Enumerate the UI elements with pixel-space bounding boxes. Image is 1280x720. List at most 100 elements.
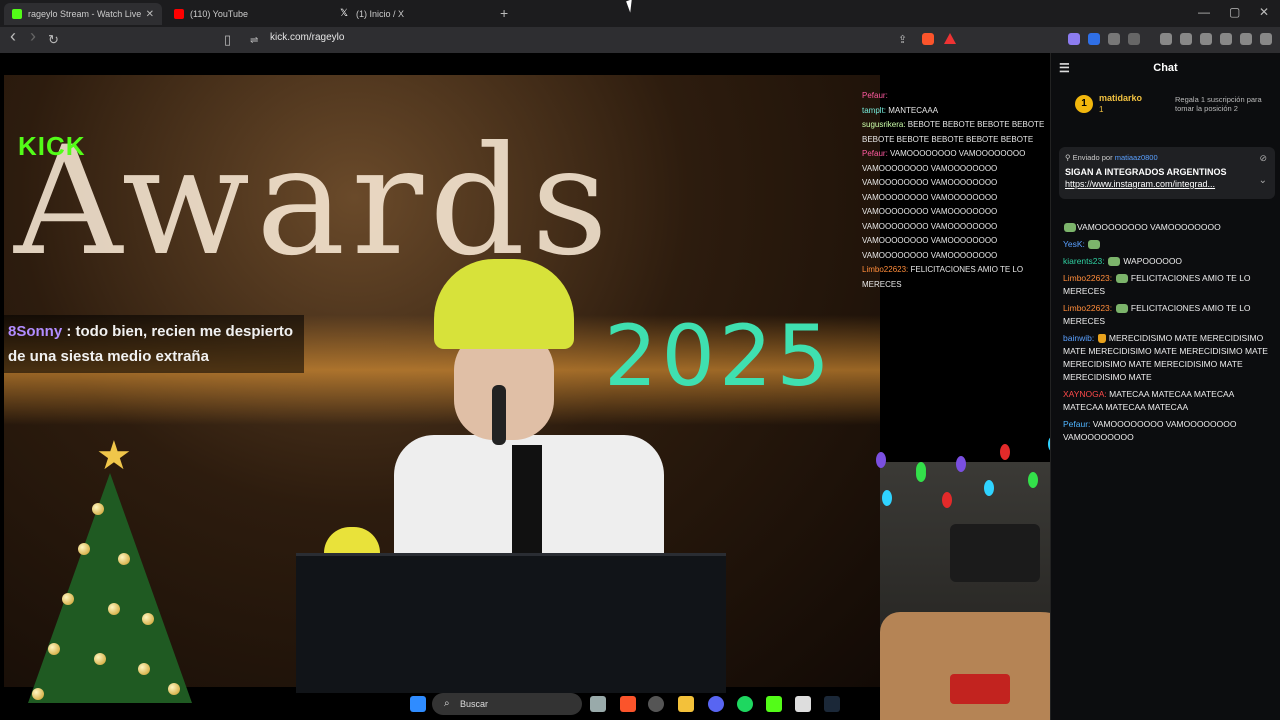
discord-icon[interactable]: [708, 696, 724, 712]
address-bar[interactable]: [246, 30, 966, 50]
bookmark-icon[interactable]: ▯: [224, 32, 231, 48]
forward-button[interactable]: ›: [30, 27, 36, 45]
unpin-icon[interactable]: ⊘: [1259, 153, 1267, 164]
chat-username[interactable]: kiarents23:: [1063, 256, 1105, 266]
overlay-chat-user: Limbo22623:: [862, 265, 909, 274]
extensions-puzzle-icon[interactable]: [1108, 33, 1120, 45]
overlay-chat-line: sugusrikera: BEBOTE BEBOTE BEBOTE BEBOTE…: [862, 118, 1047, 147]
chat-message: Limbo22623: FELICITACIONES AMIO TE LO ME…: [1063, 272, 1273, 298]
steam-icon[interactable]: [824, 696, 840, 712]
pinned-sender: matiaaz0800: [1114, 153, 1158, 162]
overlay-chat-user: Pefaur:: [862, 91, 888, 100]
pinned-by-label: Enviado por: [1072, 153, 1113, 162]
chat-username[interactable]: YesK:: [1063, 239, 1085, 249]
maximize-button[interactable]: ▢: [1229, 5, 1240, 19]
ornament: [142, 613, 154, 625]
chat-username[interactable]: bainwib:: [1063, 333, 1094, 343]
search-placeholder: Buscar: [460, 699, 489, 709]
pinned-message[interactable]: ⚲ Enviado por matiaaz0800 SIGAN A INTEGR…: [1059, 147, 1275, 199]
leo-ai-icon[interactable]: [1220, 33, 1232, 45]
chat-message-text: VAMOOOOOOOO VAMOOOOOOOO VAMOOOOOOOO: [1063, 419, 1237, 442]
windows-start-icon[interactable]: [410, 696, 426, 712]
file-explorer-icon[interactable]: [678, 696, 694, 712]
chat-message: kiarents23: WAPOOOOOO: [1063, 255, 1273, 268]
chat-username[interactable]: Limbo22623:: [1063, 303, 1112, 313]
overlay-chat-line: Limbo22623: FELICITACIONES AMIO TE LO ME…: [862, 263, 1047, 292]
close-tab-icon[interactable]: ✕: [146, 9, 154, 20]
menu-icon[interactable]: [1260, 33, 1272, 45]
tree-body: [28, 473, 192, 703]
vpn-icon[interactable]: [1088, 33, 1100, 45]
chat-message-text: WAPOOOOOO: [1120, 256, 1183, 266]
task-view-icon[interactable]: [590, 696, 606, 712]
christmas-tree-overlay: ★: [18, 433, 198, 720]
store-icon[interactable]: [795, 696, 811, 712]
obs-icon[interactable]: [648, 696, 664, 712]
christmas-light: [876, 452, 886, 468]
webcam-speaker: [950, 524, 1040, 582]
leader-username: matidarko: [1099, 93, 1143, 103]
brave-shields-icon[interactable]: [922, 33, 934, 45]
share-icon[interactable]: ⇪: [898, 32, 907, 48]
emote-icon: [1107, 257, 1120, 267]
tab-kick[interactable]: rageylo Stream - Watch Live o ✕: [4, 3, 162, 25]
emote-icon: [1115, 274, 1128, 284]
ornament: [48, 643, 60, 655]
wallet-icon[interactable]: [1200, 33, 1212, 45]
windows-taskbar: ⌕ Buscar: [400, 690, 880, 720]
collapse-chat-icon[interactable]: ☰: [1059, 61, 1070, 75]
performer-figure: [394, 245, 674, 605]
chat-username[interactable]: XAYNOGA:: [1063, 389, 1107, 399]
chat-message: VAMOOOOOOOO VAMOOOOOOOO: [1063, 221, 1273, 234]
christmas-light: [984, 480, 994, 496]
tab-label: (1) Inicio / X: [356, 9, 405, 19]
site-info-icon[interactable]: ⇌: [250, 33, 258, 49]
overlay-chat-text: MANTECAAA: [886, 105, 939, 115]
kick-icon[interactable]: [766, 696, 782, 712]
extension-icon[interactable]: [1068, 33, 1080, 45]
chat-messages: VAMOOOOOOOO VAMOOOOOOOO YesK: kiarents23…: [1063, 221, 1273, 448]
microphone-icon: [492, 385, 506, 445]
overlay-chat-user: sugusrikera:: [862, 120, 906, 129]
sub-alert-caption: 8Sonny : todo bien, recien me despierto …: [0, 315, 304, 373]
youtube-favicon-icon: [174, 9, 184, 19]
chat-username[interactable]: Limbo22623:: [1063, 273, 1112, 283]
ornament: [118, 553, 130, 565]
minimize-button[interactable]: —: [1198, 5, 1210, 19]
kick-favicon-icon: [12, 9, 22, 19]
brave-icon[interactable]: [620, 696, 636, 712]
close-window-button[interactable]: ✕: [1259, 5, 1269, 19]
christmas-light: [942, 492, 952, 508]
chat-username[interactable]: Pefaur:: [1063, 419, 1090, 429]
overlay-chat-line: Pefaur:: [862, 89, 1047, 104]
tab-label: rageylo Stream - Watch Live o: [28, 9, 144, 19]
taskbar-search[interactable]: [432, 693, 582, 715]
chat-message-text: MERECIDISIMO MATE MERECIDISIMO MATE MERE…: [1063, 333, 1268, 382]
christmas-light: [1028, 472, 1038, 488]
brave-rewards-icon[interactable]: [944, 33, 956, 44]
music-icon[interactable]: [1160, 33, 1172, 45]
ornament: [168, 683, 180, 695]
ornament: [78, 543, 90, 555]
gift-leaderboard[interactable]: 1 matidarko 1 Regala 1 suscripción para …: [1075, 91, 1275, 129]
webcam-keyboard: [950, 674, 1010, 704]
overlay-chat-line: tamplt: MANTECAAA: [862, 104, 1047, 119]
chat-message: XAYNOGA: MATECAA MATECAA MATECAA MATECAA…: [1063, 388, 1273, 414]
chat-message: Pefaur: VAMOOOOOOOO VAMOOOOOOOO VAMOOOOO…: [1063, 418, 1273, 444]
tab-youtube[interactable]: (110) YouTube: [166, 3, 328, 25]
spotify-icon[interactable]: [737, 696, 753, 712]
ornament: [62, 593, 74, 605]
new-tab-button[interactable]: +: [500, 5, 508, 21]
emote-icon: [1088, 240, 1101, 250]
shield-icon[interactable]: [1240, 33, 1252, 45]
ornament: [32, 688, 44, 700]
tab-x[interactable]: 𝕏 (1) Inicio / X: [332, 3, 494, 25]
screenshot-icon[interactable]: [1128, 33, 1140, 45]
back-button[interactable]: ‹: [10, 27, 16, 45]
sidebar-icon[interactable]: [1180, 33, 1192, 45]
url-text[interactable]: kick.com/rageylo: [270, 32, 344, 43]
reload-button[interactable]: ↻: [48, 32, 59, 48]
chevron-down-icon[interactable]: ⌄: [1259, 175, 1267, 186]
x-favicon-icon: 𝕏: [340, 8, 349, 19]
pinned-link[interactable]: https://www.instagram.com/integrad...: [1065, 179, 1269, 189]
